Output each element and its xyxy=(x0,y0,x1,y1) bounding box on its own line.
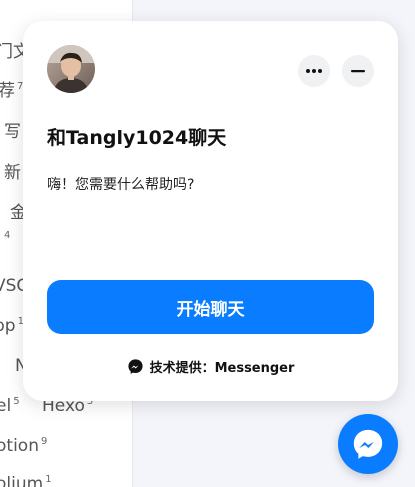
bg-nav-item[interactable]: 新 xyxy=(4,158,21,183)
minimize-button[interactable] xyxy=(342,55,374,87)
more-options-button[interactable] xyxy=(298,55,330,87)
avatar xyxy=(47,45,95,93)
avatar-image xyxy=(47,45,95,93)
powered-by-text: 技术提供：Messenger xyxy=(149,361,295,376)
bg-nav-item[interactable]: 荐7 xyxy=(0,76,23,101)
chat-title: 和Tangly1024聊天 xyxy=(47,127,227,149)
minimize-icon xyxy=(351,70,365,73)
messenger-icon xyxy=(353,429,383,459)
messenger-launcher-button[interactable] xyxy=(338,414,398,474)
more-horizontal-icon xyxy=(306,69,322,73)
messenger-chat-card: 和Tangly1024聊天 嗨！您需要什么帮助吗? 开始聊天 技术提供：Mess… xyxy=(23,21,398,401)
bg-tag[interactable]: otion 9 xyxy=(0,436,47,456)
powered-by: 技术提供：Messenger xyxy=(23,357,398,376)
bg-tag[interactable]: olium 1 xyxy=(0,474,52,487)
bg-tag[interactable]: pp1 xyxy=(0,316,24,336)
chat-greeting: 嗨！您需要什么帮助吗? xyxy=(47,177,195,193)
bg-tag[interactable]: el5 xyxy=(0,396,20,416)
messenger-icon xyxy=(127,359,143,374)
bg-nav-item[interactable]: 4 xyxy=(2,230,10,250)
start-chat-button[interactable]: 开始聊天 xyxy=(47,280,374,334)
bg-nav-item[interactable]: 写 xyxy=(4,117,21,142)
